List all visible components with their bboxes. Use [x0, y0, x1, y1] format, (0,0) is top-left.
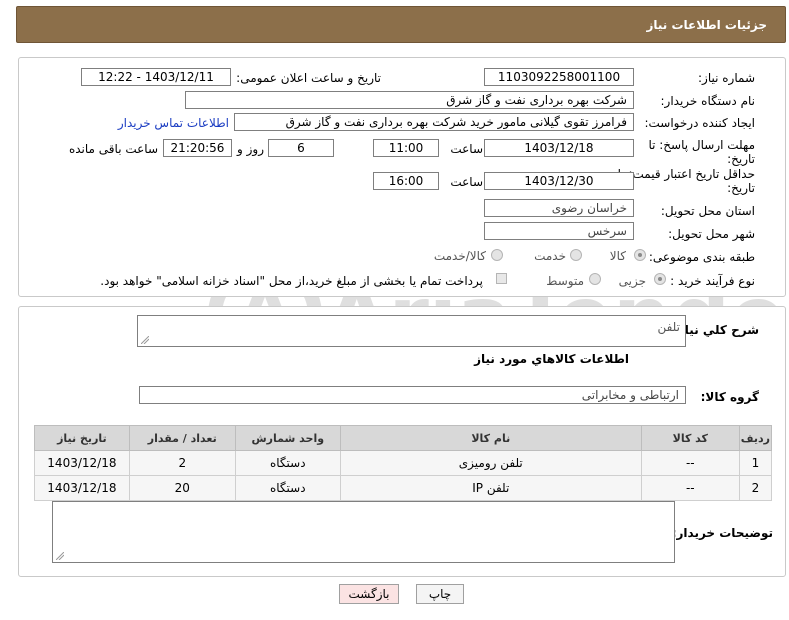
treasury-payment-checkbox[interactable] [496, 273, 507, 284]
buyer-notes-label: توضیحات خریدار: [671, 526, 773, 540]
cell-code: -- [640, 450, 740, 476]
province-field: خراسان رضوی [484, 199, 634, 217]
table-row: 1 -- تلفن رومیزی دستگاه 2 1403/12/18 [34, 450, 773, 476]
print-button[interactable]: چاپ [416, 584, 464, 604]
page-title: جزئیات اطلاعات نیاز [646, 18, 767, 32]
deadline-time-field: 11:00 [373, 139, 439, 157]
validity-time-label: ساعت [450, 175, 483, 189]
validity-date-field: 1403/12/30 [484, 172, 634, 190]
process-option-minor: جزیی [618, 274, 646, 288]
deadline-days-field: 6 [268, 139, 334, 157]
buyer-notes-textarea[interactable] [52, 501, 675, 563]
need-number-field: 1103092258001100 [484, 68, 634, 86]
category-option-goods-service: کالا/خدمت [433, 249, 486, 263]
buyer-org-field: شرکت بهره برداری نفت و گاز شرق [185, 91, 634, 109]
creator-field: فرامرز تقوی گیلانی مامور خرید شرکت بهره … [234, 113, 634, 131]
goods-group-field: ارتباطی و مخابراتی [139, 386, 686, 404]
col-header-code: کد کالا [640, 425, 740, 451]
validity-label-2: تاریخ: [727, 181, 755, 195]
deadline-label-2: تاریخ: [727, 152, 755, 166]
col-header-unit: واحد شمارش [234, 425, 341, 451]
goods-info-title: اطلاعات کالاهاي مورد نياز [474, 352, 629, 366]
col-header-quantity: تعداد / مقدار [128, 425, 236, 451]
city-field: سرخس [484, 222, 634, 240]
goods-group-label: گروه کالا: [700, 390, 759, 404]
category-option-service: خدمت [534, 249, 566, 263]
deadline-date-field: 1403/12/18 [484, 139, 634, 157]
announce-date-field: 1403/12/11 - 12:22 [81, 68, 231, 86]
summary-textarea[interactable]: تلفن [137, 315, 686, 347]
goods-table: ردیف کد کالا نام کالا واحد شمارش تعداد /… [34, 425, 773, 501]
table-row: 2 -- تلفن IP دستگاه 20 1403/12/18 [34, 475, 773, 501]
process-radio-minor[interactable] [654, 273, 666, 285]
announce-date-label: تاریخ و ساعت اعلان عمومی: [236, 71, 381, 85]
col-header-row-number: ردیف [738, 425, 773, 451]
validity-time-field: 16:00 [373, 172, 439, 190]
cell-need-date: 1403/12/18 [34, 450, 130, 476]
back-button[interactable]: بازگشت [339, 584, 399, 604]
page-header: جزئیات اطلاعات نیاز [16, 6, 786, 43]
city-label: شهر محل تحویل: [668, 227, 755, 241]
creator-label: ایجاد کننده درخواست: [644, 116, 755, 130]
validity-label: حداقل تاریخ اعتبار قیمت: تا [617, 167, 755, 181]
col-header-need-date: تاریخ نیاز [34, 425, 130, 451]
cell-unit: دستگاه [234, 475, 341, 501]
need-number-label: شماره نیاز: [698, 71, 755, 85]
treasury-payment-note: پرداخت تمام یا بخشی از مبلغ خرید،از محل … [100, 274, 483, 288]
category-radio-service[interactable] [570, 249, 582, 261]
cell-unit: دستگاه [234, 450, 341, 476]
deadline-label: مهلت ارسال پاسخ: تا [648, 138, 755, 152]
table-header-row: ردیف کد کالا نام کالا واحد شمارش تعداد /… [34, 425, 773, 451]
cell-row-number: 2 [738, 475, 773, 501]
cell-name: تلفن رومیزی [339, 450, 642, 476]
remaining-time-field: 21:20:56 [163, 139, 232, 157]
deadline-days-label: روز و [237, 142, 264, 156]
col-header-name: نام کالا [339, 425, 642, 451]
resize-grip-icon[interactable] [141, 336, 149, 344]
province-label: استان محل تحویل: [660, 204, 755, 218]
process-label: نوع فرآیند خرید : [670, 274, 755, 288]
process-option-medium: متوسط [546, 274, 584, 288]
cell-row-number: 1 [738, 450, 773, 476]
cell-name: تلفن IP [339, 475, 642, 501]
category-label: طبقه بندی موضوعی: [648, 250, 755, 264]
cell-code: -- [640, 475, 740, 501]
deadline-time-label: ساعت [450, 142, 483, 156]
buyer-contact-link[interactable]: اطلاعات تماس خریدار [118, 116, 229, 130]
process-radio-medium[interactable] [589, 273, 601, 285]
cell-need-date: 1403/12/18 [34, 475, 130, 501]
category-radio-goods-service[interactable] [491, 249, 503, 261]
cell-quantity: 2 [128, 450, 236, 476]
remaining-time-label: ساعت باقی مانده [68, 142, 158, 156]
summary-text: تلفن [657, 320, 680, 334]
buyer-org-label: نام دستگاه خریدار: [660, 94, 756, 108]
category-radio-goods[interactable] [634, 249, 646, 261]
cell-quantity: 20 [128, 475, 236, 501]
category-option-goods: کالا [609, 249, 626, 263]
resize-grip-icon[interactable] [56, 552, 64, 560]
